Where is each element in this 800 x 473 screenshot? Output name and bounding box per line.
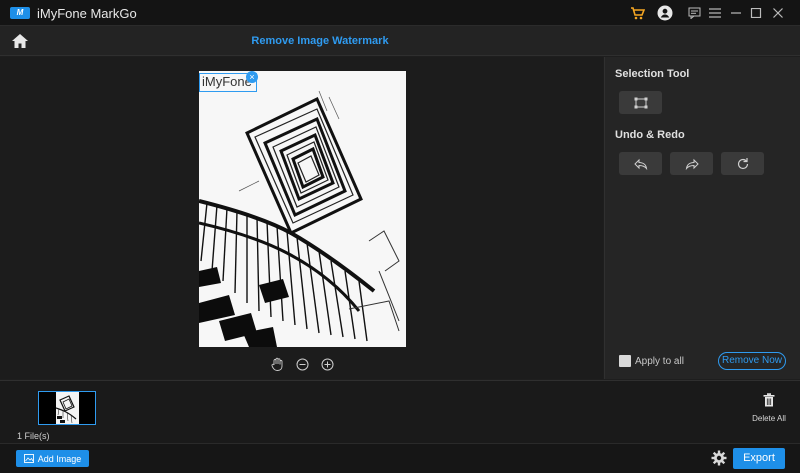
maximize-icon[interactable] (750, 5, 762, 21)
trash-icon (763, 393, 775, 407)
redo-button[interactable] (670, 152, 713, 175)
hand-icon[interactable] (271, 357, 284, 371)
add-image-button[interactable]: Add Image (16, 450, 89, 467)
delete-all-label: Delete All (752, 414, 786, 423)
menu-icon[interactable] (709, 5, 721, 21)
page-title: Remove Image Watermark (251, 35, 389, 47)
cart-icon[interactable] (630, 5, 645, 21)
thumbnail-strip: 1 File(s) Delete All (0, 380, 800, 443)
tool-panel: Selection Tool Undo & Redo Apply to all … (604, 57, 800, 379)
account-icon[interactable] (657, 5, 673, 21)
image-preview[interactable]: iMyFone (199, 71, 406, 347)
selection-tool-label: Selection Tool (615, 68, 690, 80)
canvas-area: iMyFone × (0, 57, 603, 379)
title-bar: M iMyFone MarkGo (0, 0, 800, 26)
gear-icon[interactable] (711, 450, 727, 471)
reset-button[interactable] (721, 152, 764, 175)
file-count: 1 File(s) (17, 431, 50, 441)
export-button[interactable]: Export (733, 448, 785, 469)
undo-redo-label: Undo & Redo (615, 129, 685, 141)
feedback-icon[interactable] (688, 5, 701, 21)
delete-all-button[interactable]: Delete All (752, 393, 786, 423)
rectangle-select-button[interactable] (619, 91, 662, 114)
remove-now-button[interactable]: Remove Now (718, 352, 786, 370)
watermark-close-icon[interactable]: × (246, 71, 258, 83)
close-icon[interactable] (772, 5, 784, 21)
undo-icon (633, 158, 647, 170)
minimize-icon[interactable] (730, 5, 742, 21)
app-title: iMyFone MarkGo (37, 6, 137, 21)
thumbnail-item[interactable] (38, 391, 96, 425)
add-image-label: Add Image (37, 453, 82, 464)
rectangle-select-icon (634, 97, 647, 108)
reset-icon (737, 157, 748, 169)
watermark-text: iMyFone (202, 74, 252, 89)
apply-to-all-label: Apply to all (635, 356, 684, 367)
zoom-out-icon[interactable] (296, 357, 309, 371)
staircase-photo (199, 71, 406, 347)
add-image-icon (23, 454, 34, 463)
zoom-in-icon[interactable] (321, 357, 334, 371)
undo-button[interactable] (619, 152, 662, 175)
bottom-bar: Add Image Export (0, 443, 800, 473)
redo-icon (685, 158, 699, 170)
header-toolbar: Remove Image Watermark (0, 26, 800, 56)
thumbnail-image (55, 392, 79, 424)
apply-to-all-checkbox[interactable] (619, 355, 631, 367)
app-logo: M (10, 7, 30, 19)
